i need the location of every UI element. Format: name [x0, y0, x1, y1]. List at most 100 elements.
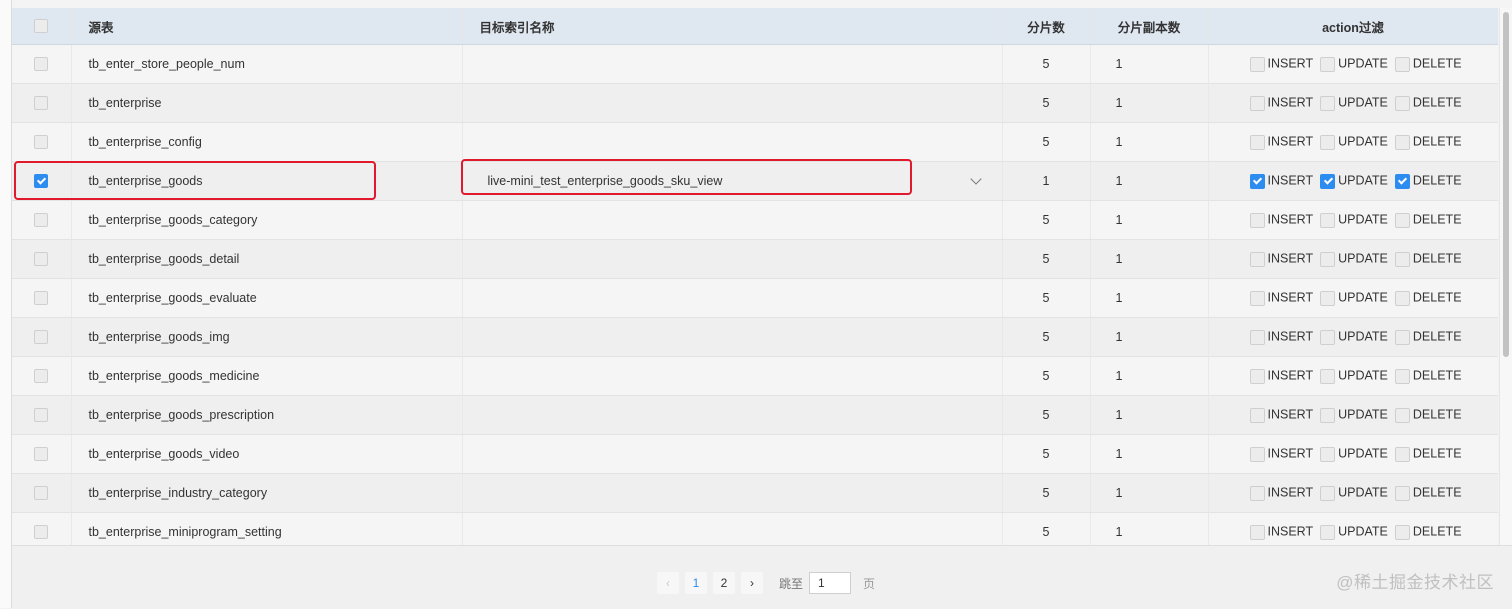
update-checkbox[interactable]	[1320, 251, 1336, 267]
target-index-cell[interactable]	[462, 44, 1003, 84]
row-checkbox[interactable]	[34, 213, 49, 228]
target-index-cell[interactable]	[462, 278, 1003, 318]
action-delete[interactable]: DELETE	[1394, 173, 1462, 189]
action-delete[interactable]: DELETE	[1394, 134, 1462, 150]
action-delete[interactable]: DELETE	[1394, 251, 1462, 267]
table-row[interactable]: tb_enterprise_goods_evaluate 5 1 INSERT UPDA…	[12, 278, 1498, 318]
target-index-cell[interactable]	[462, 239, 1003, 279]
delete-checkbox[interactable]	[1394, 251, 1410, 267]
insert-checkbox[interactable]	[1249, 446, 1265, 462]
row-checkbox[interactable]	[34, 486, 49, 501]
table-row[interactable]: tb_enter_store_people_num 5 1 INSERT UPDATE D…	[12, 44, 1498, 84]
action-insert[interactable]: INSERT	[1249, 368, 1313, 384]
action-insert[interactable]: INSERT	[1249, 56, 1313, 72]
table-row[interactable]: tb_enterprise_goods_category 5 1 INSERT UPDA…	[12, 200, 1498, 240]
action-insert[interactable]: INSERT	[1249, 329, 1313, 345]
table-row[interactable]: tb_enterprise_goods_detail 5 1 INSERT UPDATE…	[12, 239, 1498, 279]
row-checkbox[interactable]	[34, 57, 49, 72]
update-checkbox[interactable]	[1320, 134, 1336, 150]
insert-checkbox[interactable]	[1249, 524, 1265, 540]
update-checkbox[interactable]	[1320, 173, 1336, 189]
action-insert[interactable]: INSERT	[1249, 407, 1313, 423]
delete-checkbox[interactable]	[1394, 173, 1410, 189]
action-insert[interactable]: INSERT	[1249, 524, 1313, 540]
insert-checkbox[interactable]	[1249, 329, 1265, 345]
action-delete[interactable]: DELETE	[1394, 485, 1462, 501]
action-delete[interactable]: DELETE	[1394, 329, 1462, 345]
action-update[interactable]: UPDATE	[1320, 446, 1388, 462]
jump-page-input[interactable]: 1	[809, 572, 852, 594]
table-row[interactable]: tb_enterprise_goods_medicine 5 1 INSERT UPDA…	[12, 356, 1498, 396]
row-checkbox[interactable]	[34, 525, 49, 540]
update-checkbox[interactable]	[1320, 368, 1336, 384]
action-update[interactable]: UPDATE	[1320, 173, 1388, 189]
delete-checkbox[interactable]	[1394, 134, 1410, 150]
action-delete[interactable]: DELETE	[1394, 212, 1462, 228]
action-update[interactable]: UPDATE	[1320, 56, 1388, 72]
action-insert[interactable]: INSERT	[1249, 485, 1313, 501]
insert-checkbox[interactable]	[1249, 290, 1265, 306]
row-checkbox[interactable]	[34, 330, 49, 345]
action-insert[interactable]: INSERT	[1249, 251, 1313, 267]
row-checkbox[interactable]	[34, 96, 49, 111]
vertical-scrollbar[interactable]	[1499, 8, 1512, 545]
row-checkbox[interactable]	[34, 291, 49, 306]
insert-checkbox[interactable]	[1249, 212, 1265, 228]
target-index-cell[interactable]	[462, 434, 1003, 474]
row-checkbox[interactable]	[34, 135, 49, 150]
table-row[interactable]: tb_enterprise_goods_img 5 1 INSERT UPDATE DEL…	[12, 317, 1498, 357]
update-checkbox[interactable]	[1320, 95, 1336, 111]
action-update[interactable]: UPDATE	[1320, 290, 1388, 306]
target-index-cell[interactable]	[462, 122, 1003, 162]
update-checkbox[interactable]	[1320, 485, 1336, 501]
action-insert[interactable]: INSERT	[1249, 212, 1313, 228]
update-checkbox[interactable]	[1320, 290, 1336, 306]
insert-checkbox[interactable]	[1249, 95, 1265, 111]
action-update[interactable]: UPDATE	[1320, 407, 1388, 423]
table-row[interactable]: tb_enterprise_goods_video 5 1 INSERT UPDATE D…	[12, 434, 1498, 474]
row-checkbox[interactable]	[34, 447, 49, 462]
insert-checkbox[interactable]	[1249, 56, 1265, 72]
update-checkbox[interactable]	[1320, 56, 1336, 72]
action-insert[interactable]: INSERT	[1249, 290, 1313, 306]
target-index-cell[interactable]	[462, 83, 1003, 123]
table-row[interactable]: tb_enterprise_miniprogram_setting 5 1 INSER…	[12, 512, 1498, 545]
page-1-button[interactable]: 1	[685, 572, 707, 594]
delete-checkbox[interactable]	[1394, 329, 1410, 345]
action-delete[interactable]: DELETE	[1394, 290, 1462, 306]
delete-checkbox[interactable]	[1394, 485, 1410, 501]
action-insert[interactable]: INSERT	[1249, 173, 1313, 189]
delete-checkbox[interactable]	[1394, 446, 1410, 462]
action-update[interactable]: UPDATE	[1320, 212, 1388, 228]
insert-checkbox[interactable]	[1249, 134, 1265, 150]
action-insert[interactable]: INSERT	[1249, 95, 1313, 111]
target-index-cell[interactable]	[462, 473, 1003, 513]
insert-checkbox[interactable]	[1249, 173, 1265, 189]
delete-checkbox[interactable]	[1394, 95, 1410, 111]
select-all-checkbox[interactable]	[34, 19, 49, 34]
action-update[interactable]: UPDATE	[1320, 524, 1388, 540]
update-checkbox[interactable]	[1320, 524, 1336, 540]
row-checkbox[interactable]	[34, 408, 49, 423]
chevron-right-icon[interactable]: ›	[741, 572, 763, 594]
delete-checkbox[interactable]	[1394, 212, 1410, 228]
action-delete[interactable]: DELETE	[1394, 95, 1462, 111]
update-checkbox[interactable]	[1320, 212, 1336, 228]
delete-checkbox[interactable]	[1394, 524, 1410, 540]
action-update[interactable]: UPDATE	[1320, 95, 1388, 111]
action-insert[interactable]: INSERT	[1249, 446, 1313, 462]
delete-checkbox[interactable]	[1394, 368, 1410, 384]
action-delete[interactable]: DELETE	[1394, 56, 1462, 72]
action-delete[interactable]: DELETE	[1394, 368, 1462, 384]
insert-checkbox[interactable]	[1249, 251, 1265, 267]
chevron-left-icon[interactable]: ‹	[657, 572, 679, 594]
insert-checkbox[interactable]	[1249, 368, 1265, 384]
target-index-cell[interactable]	[462, 356, 1003, 396]
action-update[interactable]: UPDATE	[1320, 134, 1388, 150]
action-delete[interactable]: DELETE	[1394, 524, 1462, 540]
action-update[interactable]: UPDATE	[1320, 485, 1388, 501]
scrollbar-thumb[interactable]	[1503, 12, 1509, 357]
row-checkbox[interactable]	[34, 252, 49, 267]
table-row[interactable]: tb_enterprise_goods_prescription 5 1 INSERT…	[12, 395, 1498, 435]
table-row[interactable]: tb_enterprise_config 5 1 INSERT UPDATE DELETE	[12, 122, 1498, 162]
